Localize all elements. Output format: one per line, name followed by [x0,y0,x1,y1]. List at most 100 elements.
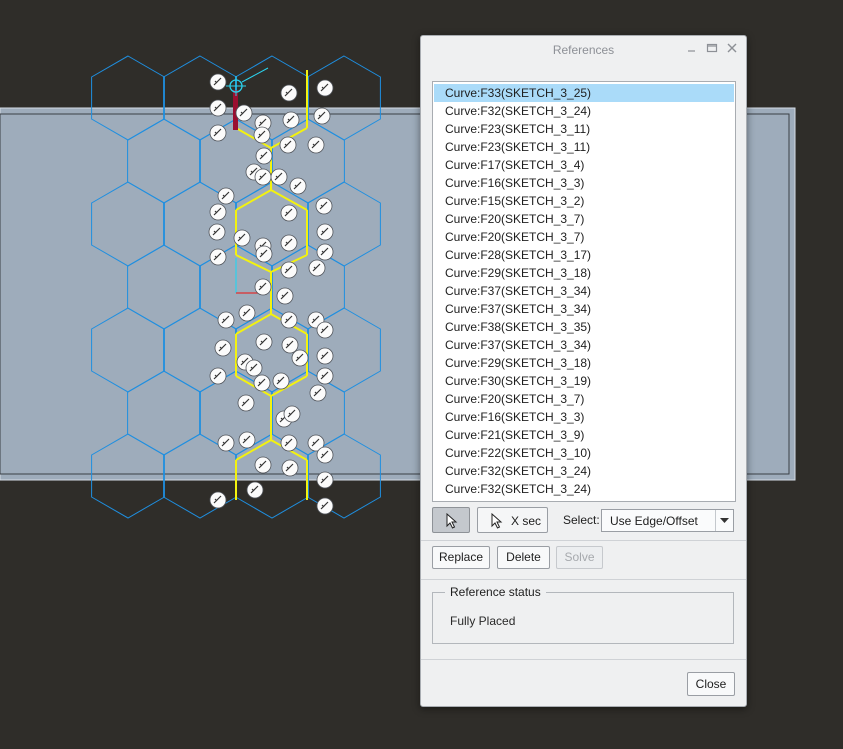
maximize-icon[interactable] [705,41,719,55]
constraint-icon [280,261,298,279]
constraint-icon [209,248,227,266]
reference-list-item[interactable]: Curve:F37(SKETCH_3_34) [434,282,734,300]
minimize-icon[interactable] [685,41,699,55]
sketch-origin-icon [226,67,269,96]
close-icon[interactable] [725,41,739,55]
reference-list-item[interactable]: Curve:F16(SKETCH_3_3) [434,408,734,426]
close-button[interactable]: Close [687,672,735,696]
constraint-icon [316,471,334,489]
constraint-icon [209,124,227,142]
select-mode-dropdown[interactable]: Use Edge/Offset [601,509,734,532]
reference-list-item[interactable]: Curve:F17(SKETCH_3_4) [434,156,734,174]
divider [421,659,746,660]
constraint-icon [253,374,271,392]
constraint-icon [245,359,263,377]
pick-reference-button[interactable] [432,507,470,533]
reference-list-item[interactable]: Curve:F28(SKETCH_3_17) [434,246,734,264]
solve-button[interactable]: Solve [556,546,603,569]
references-dialog: References Curve:F33(SKETCH_3_25) Curve:F… [420,35,747,707]
constraint-icon [309,384,327,402]
reference-list-item[interactable]: Curve:F15(SKETCH_3_2) [434,192,734,210]
constraint-icon [254,168,272,186]
constraint-icon [217,434,235,452]
constraint-icon [214,339,232,357]
constraint-icon [209,367,227,385]
cursor-arrow-icon [491,513,503,529]
constraint-icon [272,372,290,390]
constraint-icon [313,107,331,125]
constraint-icon [209,73,227,91]
constraint-icon [209,203,227,221]
constraint-icon [289,177,307,195]
constraint-icon [254,456,272,474]
constraint-icon [255,333,273,351]
constraint-icon [255,245,273,263]
reference-status-heading: Reference status [445,585,546,599]
constraint-icon [291,349,309,367]
constraint-icon [280,84,298,102]
dialog-titlebar[interactable]: References [421,36,746,64]
chevron-down-icon[interactable] [715,510,733,531]
constraint-icon [316,497,334,515]
delete-button[interactable]: Delete [497,546,550,569]
reference-list-item[interactable]: Curve:F29(SKETCH_3_18) [434,354,734,372]
constraint-icon [253,126,271,144]
reference-list-item[interactable]: Curve:F23(SKETCH_3_11) [434,120,734,138]
constraint-icon [280,204,298,222]
reference-list-item[interactable]: Curve:F33(SKETCH_3_25) [434,84,734,102]
reference-list-item[interactable]: Curve:F32(SKETCH_3_24) [434,102,734,120]
select-label: Select: [563,513,600,527]
constraint-icon [307,136,325,154]
constraint-icon [281,336,299,354]
constraint-icon [316,367,334,385]
reference-list-item[interactable]: Curve:F29(SKETCH_3_18) [434,264,734,282]
reference-list-item[interactable]: Curve:F38(SKETCH_3_35) [434,318,734,336]
constraint-icon [280,311,298,329]
replace-button[interactable]: Replace [432,546,490,569]
constraint-icon [238,304,256,322]
reference-status-group: Reference status Fully Placed [432,585,734,644]
reference-list-item[interactable]: Curve:F22(SKETCH_3_10) [434,444,734,462]
constraint-icon [281,459,299,477]
constraint-icon [280,434,298,452]
reference-status-value: Fully Placed [450,614,516,628]
reference-list-item[interactable]: Curve:F20(SKETCH_3_7) [434,228,734,246]
constraint-icon [254,278,272,296]
reference-list-item[interactable]: Curve:F21(SKETCH_3_9) [434,426,734,444]
constraint-icon [209,99,227,117]
constraint-icon [209,491,227,509]
reference-list-item[interactable]: Curve:F32(SKETCH_3_24) [434,480,734,498]
reference-list-item[interactable]: Curve:F30(SKETCH_3_19) [434,372,734,390]
constraint-icon [235,104,253,122]
references-list[interactable]: Curve:F33(SKETCH_3_25) Curve:F32(SKETCH_3… [432,81,736,502]
reference-list-item[interactable]: Curve:F20(SKETCH_3_7) [434,210,734,228]
constraint-icon [316,243,334,261]
reference-list-item[interactable]: Curve:F37(SKETCH_3_34) [434,300,734,318]
reference-list-item[interactable]: Curve:F37(SKETCH_3_34) [434,336,734,354]
constraint-icon [279,136,297,154]
constraint-icon [283,405,301,423]
constraint-icon [255,147,273,165]
select-mode-value: Use Edge/Offset [610,514,698,528]
constraint-icon [316,446,334,464]
cursor-arrow-icon [446,513,458,529]
reference-list-item[interactable]: Curve:F32(SKETCH_3_24) [434,462,734,480]
reference-list-item[interactable]: Curve:F20(SKETCH_3_7) [434,390,734,408]
reference-list-item[interactable]: Curve:F16(SKETCH_3_3) [434,174,734,192]
divider [421,579,746,580]
constraint-icon [237,394,255,412]
reference-list-item[interactable]: Curve:F23(SKETCH_3_11) [434,138,734,156]
constraint-icon [217,187,235,205]
xsec-button[interactable]: X sec [477,507,548,533]
constraint-icon [315,197,333,215]
xsec-label: X sec [511,514,542,528]
constraint-icon [308,259,326,277]
constraint-icon [316,321,334,339]
divider [421,540,746,541]
constraint-icon [276,287,294,305]
constraint-icon [246,481,264,499]
constraint-icon [233,229,251,247]
constraint-icon [316,347,334,365]
constraint-icon [316,79,334,97]
constraint-icon [282,111,300,129]
